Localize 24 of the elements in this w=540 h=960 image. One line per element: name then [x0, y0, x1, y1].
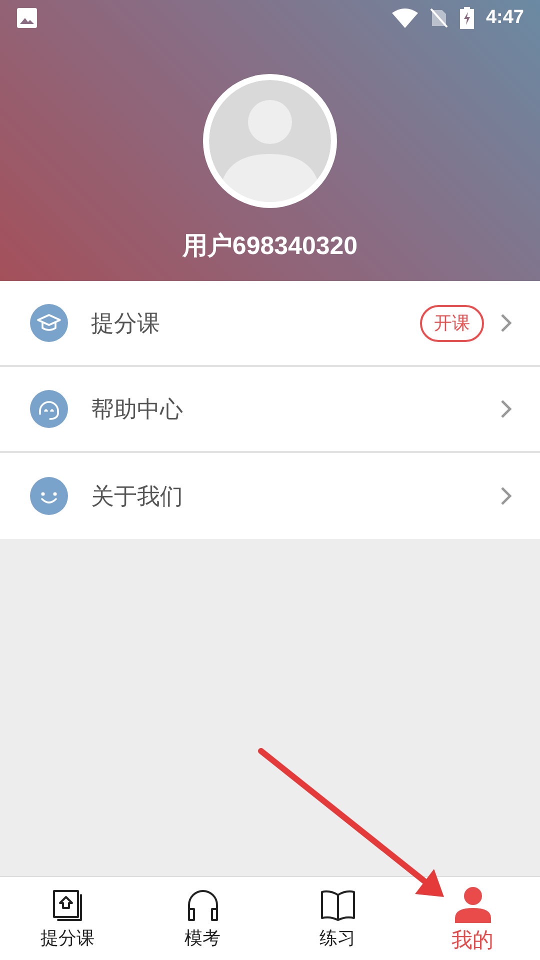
- graduation-icon: [30, 304, 68, 342]
- menu-label: 提分课: [91, 308, 161, 338]
- wifi-icon: [392, 8, 418, 28]
- start-class-tag: 开课: [420, 304, 484, 342]
- smile-icon: [30, 477, 68, 515]
- person-icon: [454, 887, 492, 923]
- headset-icon: [30, 390, 68, 428]
- nav-tab[interactable]: 练习: [270, 877, 405, 960]
- menu-label: 帮助中心: [91, 394, 184, 424]
- chevron-right-icon: [500, 399, 512, 419]
- menu-label: 关于我们: [91, 482, 184, 511]
- status-time: 4:47: [486, 6, 524, 30]
- chevron-right-icon: [500, 313, 512, 333]
- no-sim-icon: [430, 8, 448, 28]
- nav-tab[interactable]: 我的: [405, 877, 540, 960]
- nav-tab[interactable]: 提分课: [0, 877, 135, 960]
- username: 用户698340320: [182, 231, 358, 262]
- menu-item[interactable]: 帮助中心: [0, 367, 540, 453]
- menu-item[interactable]: 关于我们: [0, 453, 540, 539]
- image-icon: [16, 7, 38, 29]
- nav-tab[interactable]: 模考: [135, 877, 270, 960]
- menu-item[interactable]: 提分课 开课: [0, 281, 540, 367]
- battery-icon: [460, 7, 474, 29]
- chevron-right-icon: [500, 486, 512, 506]
